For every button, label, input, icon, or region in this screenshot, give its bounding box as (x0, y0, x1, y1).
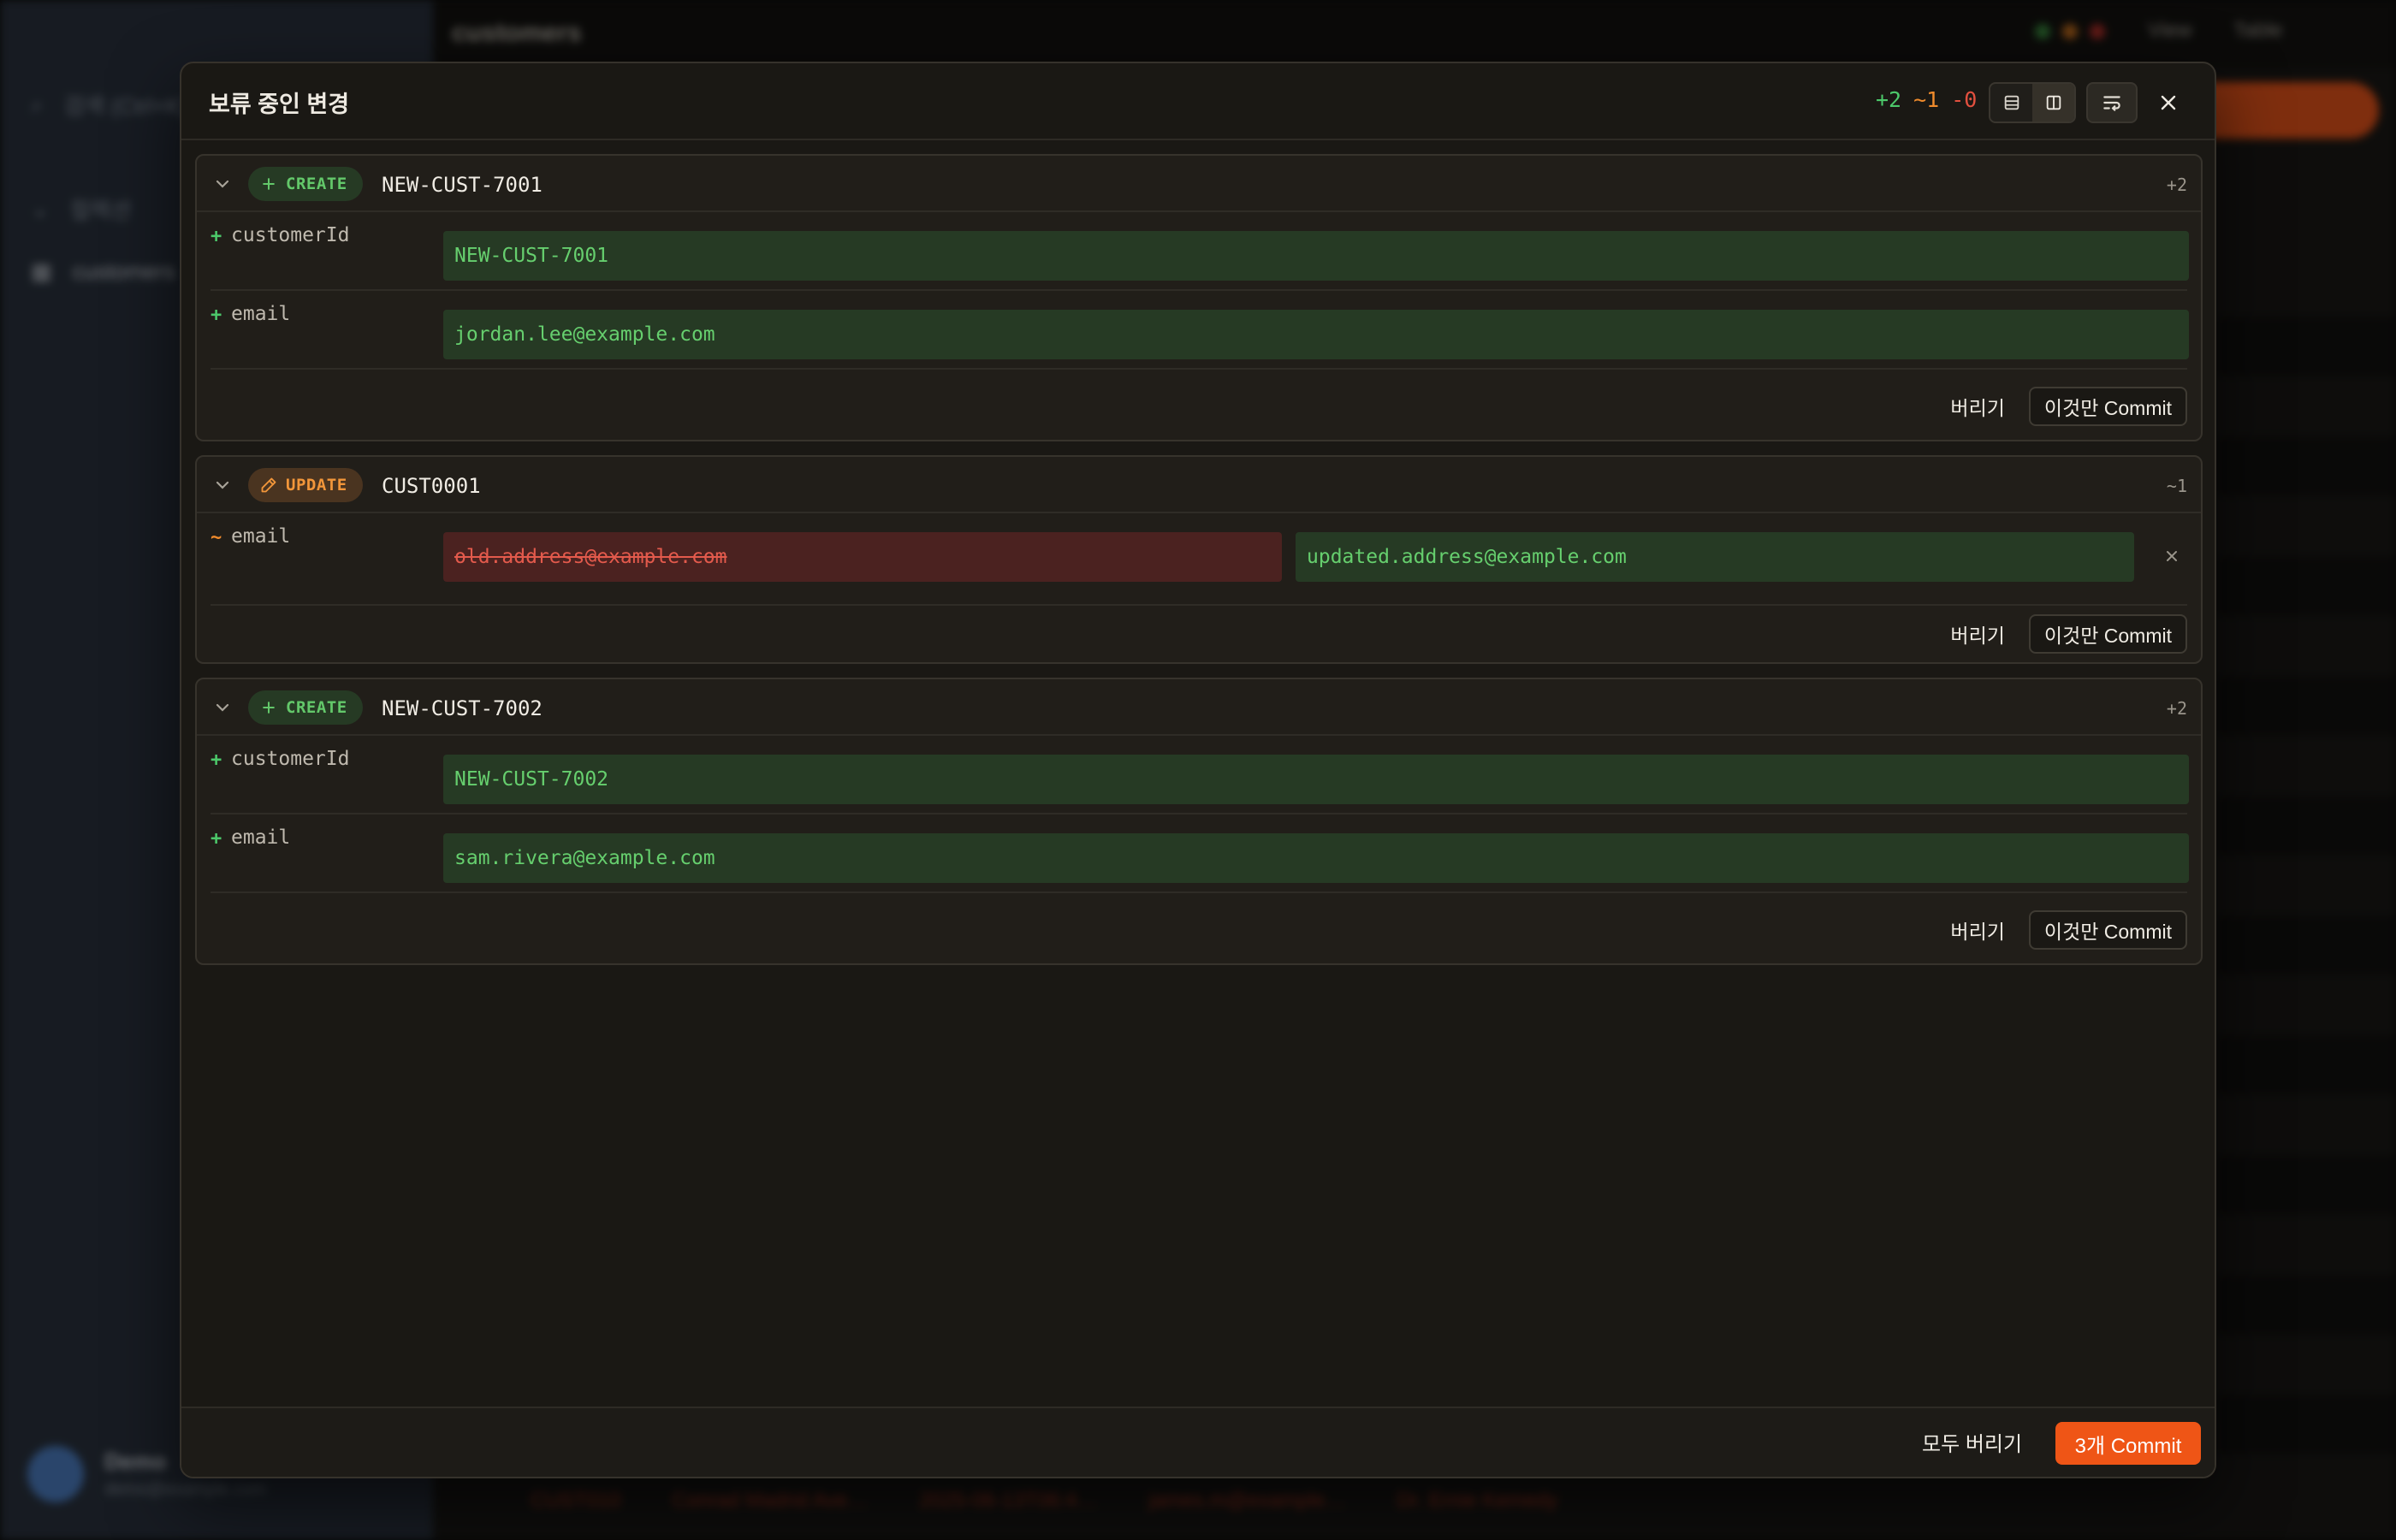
card-change-count: +2 (2166, 698, 2187, 719)
card-actions: 버리기 이것만 Commit (1950, 910, 2187, 950)
discard-button[interactable]: 버리기 (1950, 392, 2004, 421)
dialog-footer: 모두 버리기 3개 Commit (181, 1407, 2215, 1477)
field-name: customerId (231, 224, 350, 246)
field-added-mark: + (211, 226, 222, 247)
split-view-button[interactable] (2032, 84, 2074, 121)
added-count: +2 (1876, 87, 1902, 112)
card-change-count: +2 (2166, 175, 2187, 195)
commit-all-button[interactable]: 3개 Commit (2055, 1422, 2201, 1465)
change-card-header[interactable]: UPDATE CUST0001 ~1 (197, 457, 2201, 513)
commit-this-button[interactable]: 이것만 Commit (2028, 614, 2187, 654)
record-id: CUST0001 (382, 474, 481, 498)
change-card-update: UPDATE CUST0001 ~1 ~ email old.address@e… (195, 455, 2203, 664)
commit-this-button[interactable]: 이것만 Commit (2028, 910, 2187, 950)
change-card-header[interactable]: CREATE NEW-CUST-7001 +2 (197, 156, 2201, 212)
card-change-count: ~1 (2166, 476, 2187, 496)
field-added-mark: + (211, 828, 222, 850)
pending-changes-dialog: 보류 중인 변경 +2 ~1 -0 CREATE NEW-CUST-7001 +… (180, 62, 2216, 1478)
field-modified-mark: ~ (211, 527, 222, 548)
field-added-mark: + (211, 305, 222, 326)
field-added-mark: + (211, 749, 222, 771)
create-badge: CREATE (248, 690, 363, 725)
modified-count: ~1 (1913, 87, 1940, 112)
record-id: NEW-CUST-7001 (382, 173, 543, 197)
wrap-text-button[interactable] (2086, 82, 2138, 123)
plus-icon (263, 702, 275, 714)
discard-all-button[interactable]: 모두 버리기 (1922, 1427, 2022, 1457)
new-value: NEW-CUST-7002 (443, 755, 2189, 804)
unified-view-button[interactable] (1990, 84, 2032, 121)
close-icon (2167, 551, 2177, 561)
card-actions: 버리기 이것만 Commit (1950, 387, 2187, 426)
new-value: updated.address@example.com (1296, 532, 2134, 582)
columns-icon (2046, 95, 2061, 110)
commit-this-button[interactable]: 이것만 Commit (2028, 387, 2187, 426)
wrap-text-icon (2103, 96, 2120, 111)
new-value: jordan.lee@example.com (443, 310, 2189, 359)
field-row: + customerId NEW-CUST-7001 (211, 212, 2189, 291)
chevron-down-icon[interactable] (212, 174, 233, 194)
dialog-title: 보류 중인 변경 (209, 92, 350, 117)
deleted-count: -0 (1951, 87, 1978, 112)
field-row: + email sam.rivera@example.com (211, 814, 2189, 893)
new-value: NEW-CUST-7001 (443, 231, 2189, 281)
close-icon (2161, 95, 2176, 110)
card-actions: 버리기 이것만 Commit (1950, 614, 2187, 654)
discard-button[interactable]: 버리기 (1950, 915, 2004, 945)
field-name: email (231, 826, 291, 849)
field-name: customerId (231, 748, 350, 770)
dialog-header: 보류 중인 변경 +2 ~1 -0 (181, 63, 2215, 140)
badge-label: CREATE (286, 175, 347, 193)
field-row: + email jordan.lee@example.com (211, 291, 2189, 370)
new-value: sam.rivera@example.com (443, 833, 2189, 883)
old-value: old.address@example.com (443, 532, 1282, 582)
badge-label: CREATE (286, 698, 347, 717)
plus-icon (263, 178, 275, 190)
create-badge: CREATE (248, 167, 363, 201)
update-badge: UPDATE (248, 468, 363, 502)
badge-label: UPDATE (286, 476, 347, 495)
field-name: email (231, 525, 291, 548)
field-name: email (231, 303, 291, 325)
change-card-header[interactable]: CREATE NEW-CUST-7002 +2 (197, 679, 2201, 736)
field-row: ~ email old.address@example.com updated.… (211, 513, 2187, 606)
revert-field-button[interactable] (2155, 539, 2189, 573)
field-row: + customerId NEW-CUST-7002 (211, 736, 2189, 814)
change-card-create: CREATE NEW-CUST-7002 +2 + customerId NEW… (195, 678, 2203, 965)
change-card-create: CREATE NEW-CUST-7001 +2 + customerId NEW… (195, 154, 2203, 441)
chevron-down-icon[interactable] (212, 475, 233, 495)
close-dialog-button[interactable] (2150, 84, 2187, 121)
diff-view-toggle (1989, 82, 2076, 123)
record-id: NEW-CUST-7002 (382, 696, 543, 720)
rows-icon (2004, 95, 2019, 110)
discard-button[interactable]: 버리기 (1950, 619, 2004, 649)
pencil-icon (261, 477, 276, 493)
change-stats: +2 ~1 -0 (1876, 87, 1977, 112)
chevron-down-icon[interactable] (212, 697, 233, 718)
